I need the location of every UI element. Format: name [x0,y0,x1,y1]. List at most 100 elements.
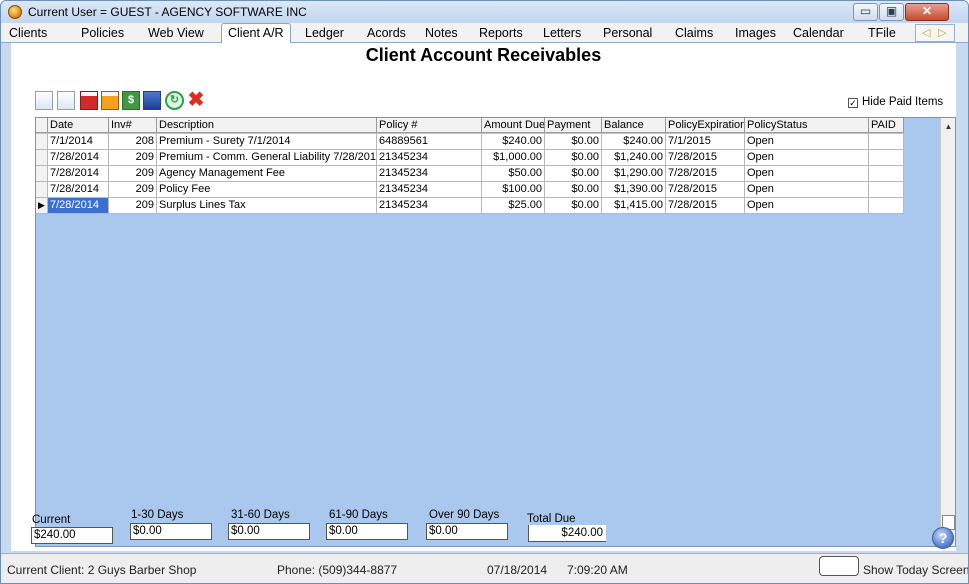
grid-vertical-scrollbar[interactable]: ▲ ▼ [940,118,955,546]
cell-balance[interactable]: $1,290.00 [602,166,666,182]
status-blank-button[interactable] [819,556,859,576]
cell-amount-due[interactable]: $50.00 [482,166,545,182]
cell-balance[interactable]: $1,390.00 [602,182,666,198]
hide-paid-checkbox[interactable]: ✓ Hide Paid Items [848,96,943,108]
tab-policies[interactable]: Policies [81,26,124,40]
cell-payment[interactable]: $0.00 [545,166,602,182]
cell-balance[interactable]: $240.00 [602,134,666,150]
show-today-screen-button[interactable]: Show Today Screen [863,563,968,577]
red-clipboard-icon[interactable] [80,91,98,110]
column-header-policy-expiration[interactable]: PolicyExpiration [666,118,745,133]
total-due-field[interactable]: $240.00 [528,525,606,542]
row-selector[interactable] [36,166,48,182]
cell-paid[interactable] [869,166,904,182]
cell-policy-expiration[interactable]: 7/28/2015 [666,150,745,166]
tab-notes[interactable]: Notes [425,26,458,40]
table-row-selected[interactable]: ▶ 7/28/2014 209 Surplus Lines Tax 213452… [36,198,904,214]
cell-inv[interactable]: 209 [109,182,157,198]
column-header-description[interactable]: Description [157,118,377,133]
days-61-90-field[interactable]: $0.00 [326,523,408,540]
tab-personal[interactable]: Personal [603,26,652,40]
cell-balance[interactable]: $1,240.00 [602,150,666,166]
table-row[interactable]: 7/28/2014 209 Policy Fee 21345234 $100.0… [36,182,904,198]
tab-tfile[interactable]: TFile [868,26,896,40]
tab-scroll-left-icon[interactable]: ◁ [922,26,930,39]
cell-policy[interactable]: 21345234 [377,150,482,166]
over-90-days-field[interactable]: $0.00 [426,523,508,540]
column-header-paid[interactable]: PAID [869,118,904,133]
cell-policy[interactable]: 64889561 [377,134,482,150]
tab-client-ar[interactable]: Client A/R [221,23,291,44]
tab-web-view[interactable]: Web View [148,26,204,40]
tab-images[interactable]: Images [735,26,776,40]
cell-description[interactable]: Policy Fee [157,182,377,198]
cell-date[interactable]: 7/28/2014 [48,166,109,182]
days-31-60-field[interactable]: $0.00 [228,523,310,540]
red-delete-icon[interactable]: ✖ [187,90,205,110]
cell-amount-due[interactable]: $100.00 [482,182,545,198]
maximize-button[interactable]: ▣ [879,3,904,21]
cell-payment[interactable]: $0.00 [545,198,602,214]
cell-payment[interactable]: $0.00 [545,182,602,198]
cell-description[interactable]: Agency Management Fee [157,166,377,182]
cell-paid[interactable] [869,150,904,166]
table-row[interactable]: 7/28/2014 209 Premium - Comm. General Li… [36,150,904,166]
cell-inv[interactable]: 209 [109,198,157,214]
cell-date[interactable]: 7/28/2014 [48,150,109,166]
cell-payment[interactable]: $0.00 [545,150,602,166]
cell-description[interactable]: Surplus Lines Tax [157,198,377,214]
cell-amount-due[interactable]: $1,000.00 [482,150,545,166]
cell-policy[interactable]: 21345234 [377,198,482,214]
cell-payment[interactable]: $0.00 [545,134,602,150]
cell-policy-status[interactable]: Open [745,166,869,182]
cell-paid[interactable] [869,182,904,198]
tab-acords[interactable]: Acords [367,26,406,40]
current-row-marker-icon[interactable]: ▶ [36,198,48,214]
cell-policy-expiration[interactable]: 7/28/2015 [666,182,745,198]
cell-amount-due[interactable]: $25.00 [482,198,545,214]
cell-date[interactable]: 7/28/2014 [48,182,109,198]
tab-reports[interactable]: Reports [479,26,523,40]
tab-clients[interactable]: Clients [9,26,47,40]
cell-policy-status[interactable]: Open [745,198,869,214]
cell-policy-status[interactable]: Open [745,150,869,166]
column-header-payment[interactable]: Payment [545,118,602,133]
table-row[interactable]: 7/1/2014 208 Premium - Surety 7/1/2014 6… [36,134,904,150]
scroll-up-icon[interactable]: ▲ [941,120,955,134]
close-button[interactable]: ✕ [905,3,949,21]
cell-policy-expiration[interactable]: 7/1/2015 [666,134,745,150]
current-field[interactable]: $240.00 [31,527,113,544]
tab-ledger[interactable]: Ledger [305,26,344,40]
row-selector[interactable] [36,150,48,166]
tab-scroll-right-icon[interactable]: ▷ [938,26,946,39]
tab-scroll-buttons[interactable]: ◁ ▷ [915,24,955,42]
row-selector[interactable] [36,134,48,150]
column-header-date[interactable]: Date [48,118,109,133]
days-1-30-field[interactable]: $0.00 [130,523,212,540]
cell-balance[interactable]: $1,415.00 [602,198,666,214]
tab-claims[interactable]: Claims [675,26,713,40]
row-selector[interactable] [36,182,48,198]
cell-paid[interactable] [869,134,904,150]
cell-inv[interactable]: 208 [109,134,157,150]
cell-paid[interactable] [869,198,904,214]
cell-inv[interactable]: 209 [109,166,157,182]
new-document-icon[interactable] [35,91,53,110]
blue-book-icon[interactable] [143,91,161,110]
cell-description[interactable]: Premium - Comm. General Liability 7/28/2… [157,150,377,166]
checkbox-check-icon[interactable]: ✓ [848,98,858,108]
copy-document-icon[interactable] [57,91,75,110]
orange-clipboard-icon[interactable] [101,91,119,110]
cell-policy[interactable]: 21345234 [377,182,482,198]
tab-calendar[interactable]: Calendar [793,26,844,40]
cell-policy-status[interactable]: Open [745,134,869,150]
cell-policy-expiration[interactable]: 7/28/2015 [666,198,745,214]
column-header-balance[interactable]: Balance [602,118,666,133]
help-icon[interactable]: ? [932,527,954,549]
cell-inv[interactable]: 209 [109,150,157,166]
cell-policy-expiration[interactable]: 7/28/2015 [666,166,745,182]
cell-amount-due[interactable]: $240.00 [482,134,545,150]
column-header-policy[interactable]: Policy # [377,118,482,133]
tab-letters[interactable]: Letters [543,26,581,40]
column-header-inv[interactable]: Inv# [109,118,157,133]
